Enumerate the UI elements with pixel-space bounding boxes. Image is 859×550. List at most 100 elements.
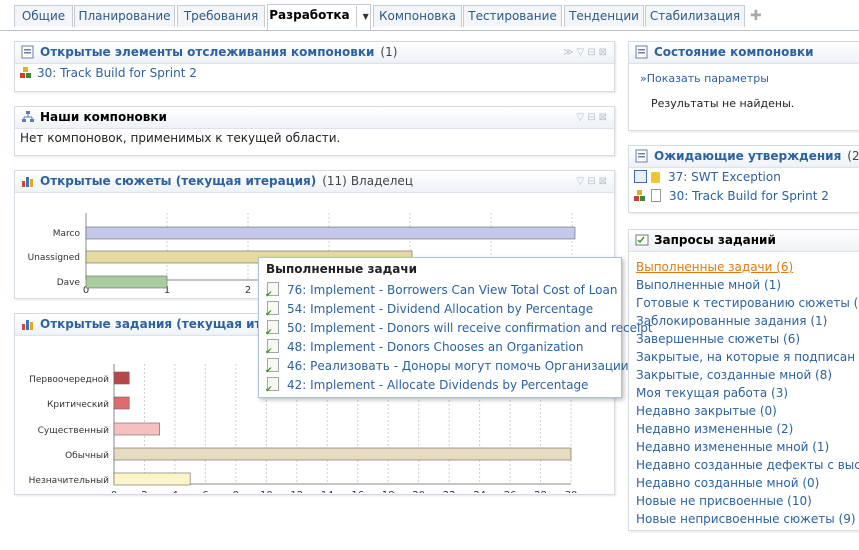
query-link[interactable]: Новые не присвоенные (10) [629,492,859,510]
tab-build[interactable]: Компоновка [373,5,462,27]
build-status-panel: Состояние компоновки »Показать параметры… [628,41,859,131]
tab-development-label: Разработка [269,8,350,22]
list-item[interactable]: 30: Track Build for Sprint 2 [15,64,614,83]
popup-task-item[interactable]: 76: Implement - Borrowers Can View Total… [259,281,621,305]
panel-title[interactable]: Открытые элементы отслеживания компоновк… [40,45,374,59]
query-link[interactable]: Закрытые, созданные мной (8) [629,366,859,384]
popup-task-link[interactable]: 46: Реализовать - Доноры могут помочь Ор… [287,359,629,373]
completed-task-icon [265,282,279,305]
panel-controls[interactable]: ▽⊟⊠ [577,107,610,128]
report-icon [635,149,649,163]
panel-controls[interactable]: ≫▽⊟⊠ [563,42,610,63]
add-tab-icon[interactable]: ✚ [750,8,762,24]
query-link[interactable]: Выполненные задачи (6) [629,258,859,276]
completed-task-icon [265,320,279,343]
chevron-down-icon[interactable]: ▼ [355,6,369,27]
approvals-panel: Ожидающие утверждения (2) 37: SWT Excepti… [628,145,859,213]
bar-chart-icon [21,174,35,188]
popup-task-link[interactable]: 48: Implement - Donors Chooses an Organi… [287,340,583,354]
popup-task-item[interactable]: 48: Implement - Donors Chooses an Organi… [259,338,621,362]
panel-title[interactable]: Открытые сюжеты (текущая итерация) [40,174,316,188]
query-link[interactable]: Новые неприсвоенные сюжеты (9) [629,510,859,528]
popup-task-link[interactable]: 76: Implement - Borrowers Can View Total… [287,283,617,297]
popup-title: Выполненные задачи [266,262,418,276]
build-item-icon [20,67,32,79]
tab-general[interactable]: Общие [14,5,73,27]
tracking-items-panel: Открытые элементы отслеживания компоновк… [14,41,615,92]
popup-task-link[interactable]: 54: Implement - Dividend Allocation by P… [287,302,593,316]
defect-icon [634,170,647,183]
tab-planning[interactable]: Планирование [74,5,175,27]
completed-tasks-popup: Выполненные задачи 76: Implement - Borro… [258,257,653,400]
tab-trends[interactable]: Тенденции [564,5,644,27]
popup-task-item[interactable]: 42: Implement - Allocate Dividends by Pe… [259,376,621,400]
x-tick-label: 26 [504,490,517,493]
tab-bar: Общие Планирование Требования Разработка… [0,0,859,31]
x-tick-label: 0 [111,490,117,493]
query-link[interactable]: Выполненные мной (1) [629,276,859,294]
approval-item-link[interactable]: 37: SWT Exception [668,170,781,184]
category-label: Dave [57,278,81,288]
panel-title[interactable]: Состояние компоновки [654,45,814,59]
tracking-item-link[interactable]: 30: Track Build for Sprint 2 [37,66,197,80]
category-label: Обычный [65,451,109,461]
x-tick-label: 2 [141,490,147,493]
bar[interactable] [113,396,130,410]
item-count: (2) [847,149,859,163]
bar[interactable] [85,275,168,289]
bar[interactable] [113,472,191,486]
panel-header: Состояние компоновки [629,42,859,64]
list-item[interactable]: 30: Track Build for Sprint 2 [629,187,859,206]
panel-header: Запросы заданий [629,230,859,252]
x-tick-label: 30 [565,490,578,493]
list-item[interactable]: 37: SWT Exception [629,168,859,187]
our-builds-panel: Наши компоновки ▽⊟⊠ Нет компоновок, прим… [14,106,615,156]
x-tick-label: 4 [172,490,178,493]
empty-message: Нет компоновок, применимых к текущей обл… [20,131,341,145]
x-tick-label: 12 [290,490,303,493]
show-params-link[interactable]: »Показать параметры [629,64,859,85]
approval-item-link[interactable]: 30: Track Build for Sprint 2 [669,189,829,203]
completed-task-icon [265,358,279,381]
completed-task-icon [265,377,279,400]
bar[interactable] [85,226,576,240]
popup-task-link[interactable]: 50: Implement - Donors will receive conf… [287,321,653,335]
tab-stabilization[interactable]: Стабилизация [645,5,745,27]
x-tick-label: 20 [412,490,425,493]
completed-task-icon [265,301,279,324]
query-link[interactable]: Недавно измененные мной (1) [629,438,859,456]
x-tick-label: 16 [351,490,364,493]
lock-icon [651,172,660,183]
query-link[interactable]: Недавно созданные дефекты с высоки [629,456,859,474]
x-tick-label: 18 [382,490,395,493]
category-label: Незначительный [29,476,109,486]
query-link[interactable]: Заблокированные задания (1) [629,312,859,330]
query-link[interactable]: Готовые к тестированию сюжеты (0) [629,294,859,312]
x-tick-label: 6 [202,490,208,493]
popup-task-item[interactable]: 54: Implement - Dividend Allocation by P… [259,300,621,324]
bar[interactable] [113,422,161,436]
query-link[interactable]: Недавно измененные (2) [629,420,859,438]
report-icon [21,45,35,59]
query-link[interactable]: Недавно закрытые (0) [629,402,859,420]
build-item-icon [634,190,646,202]
panel-controls[interactable]: ▽⊟⊠ [577,171,610,192]
tab-requirements[interactable]: Требования [177,5,265,27]
query-link[interactable]: Недавно созданные мной (0) [629,474,859,492]
tab-development[interactable]: Разработка ▼ [267,4,371,30]
bar-chart-icon [21,317,35,331]
panel-title[interactable]: Ожидающие утверждения [654,149,841,163]
popup-task-item[interactable]: 50: Implement - Donors will receive conf… [259,319,653,343]
completed-task-icon [265,339,279,362]
popup-task-item[interactable]: 46: Реализовать - Доноры могут помочь Ор… [259,357,629,381]
category-label: Существенный [38,426,110,436]
query-link[interactable]: Закрытые, на которые я подписан (8) [629,348,859,366]
query-link[interactable]: Моя текущая работа (3) [629,384,859,402]
tab-testing[interactable]: Тестирование [463,5,562,27]
x-tick-label: 22 [443,490,456,493]
query-link[interactable]: Завершенные сюжеты (6) [629,330,859,348]
popup-task-link[interactable]: 42: Implement - Allocate Dividends by Pe… [287,378,588,392]
bar[interactable] [113,371,130,385]
category-label: Marco [53,229,81,239]
bar[interactable] [113,447,572,461]
